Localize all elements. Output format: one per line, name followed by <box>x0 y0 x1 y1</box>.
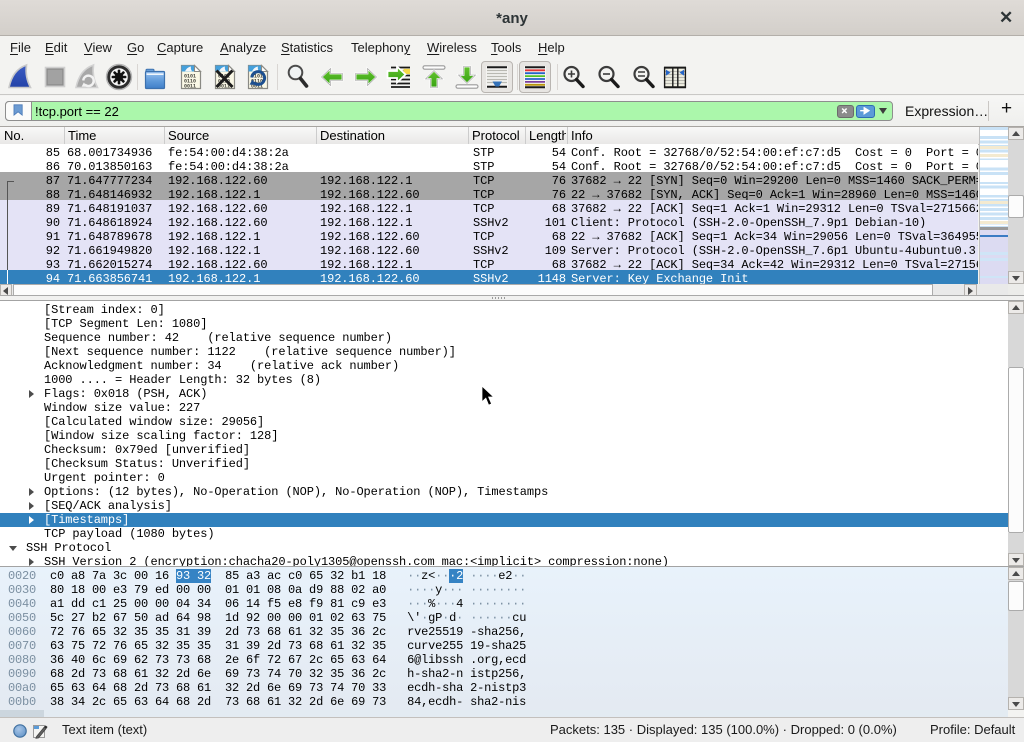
svg-text:0011: 0011 <box>184 84 196 90</box>
